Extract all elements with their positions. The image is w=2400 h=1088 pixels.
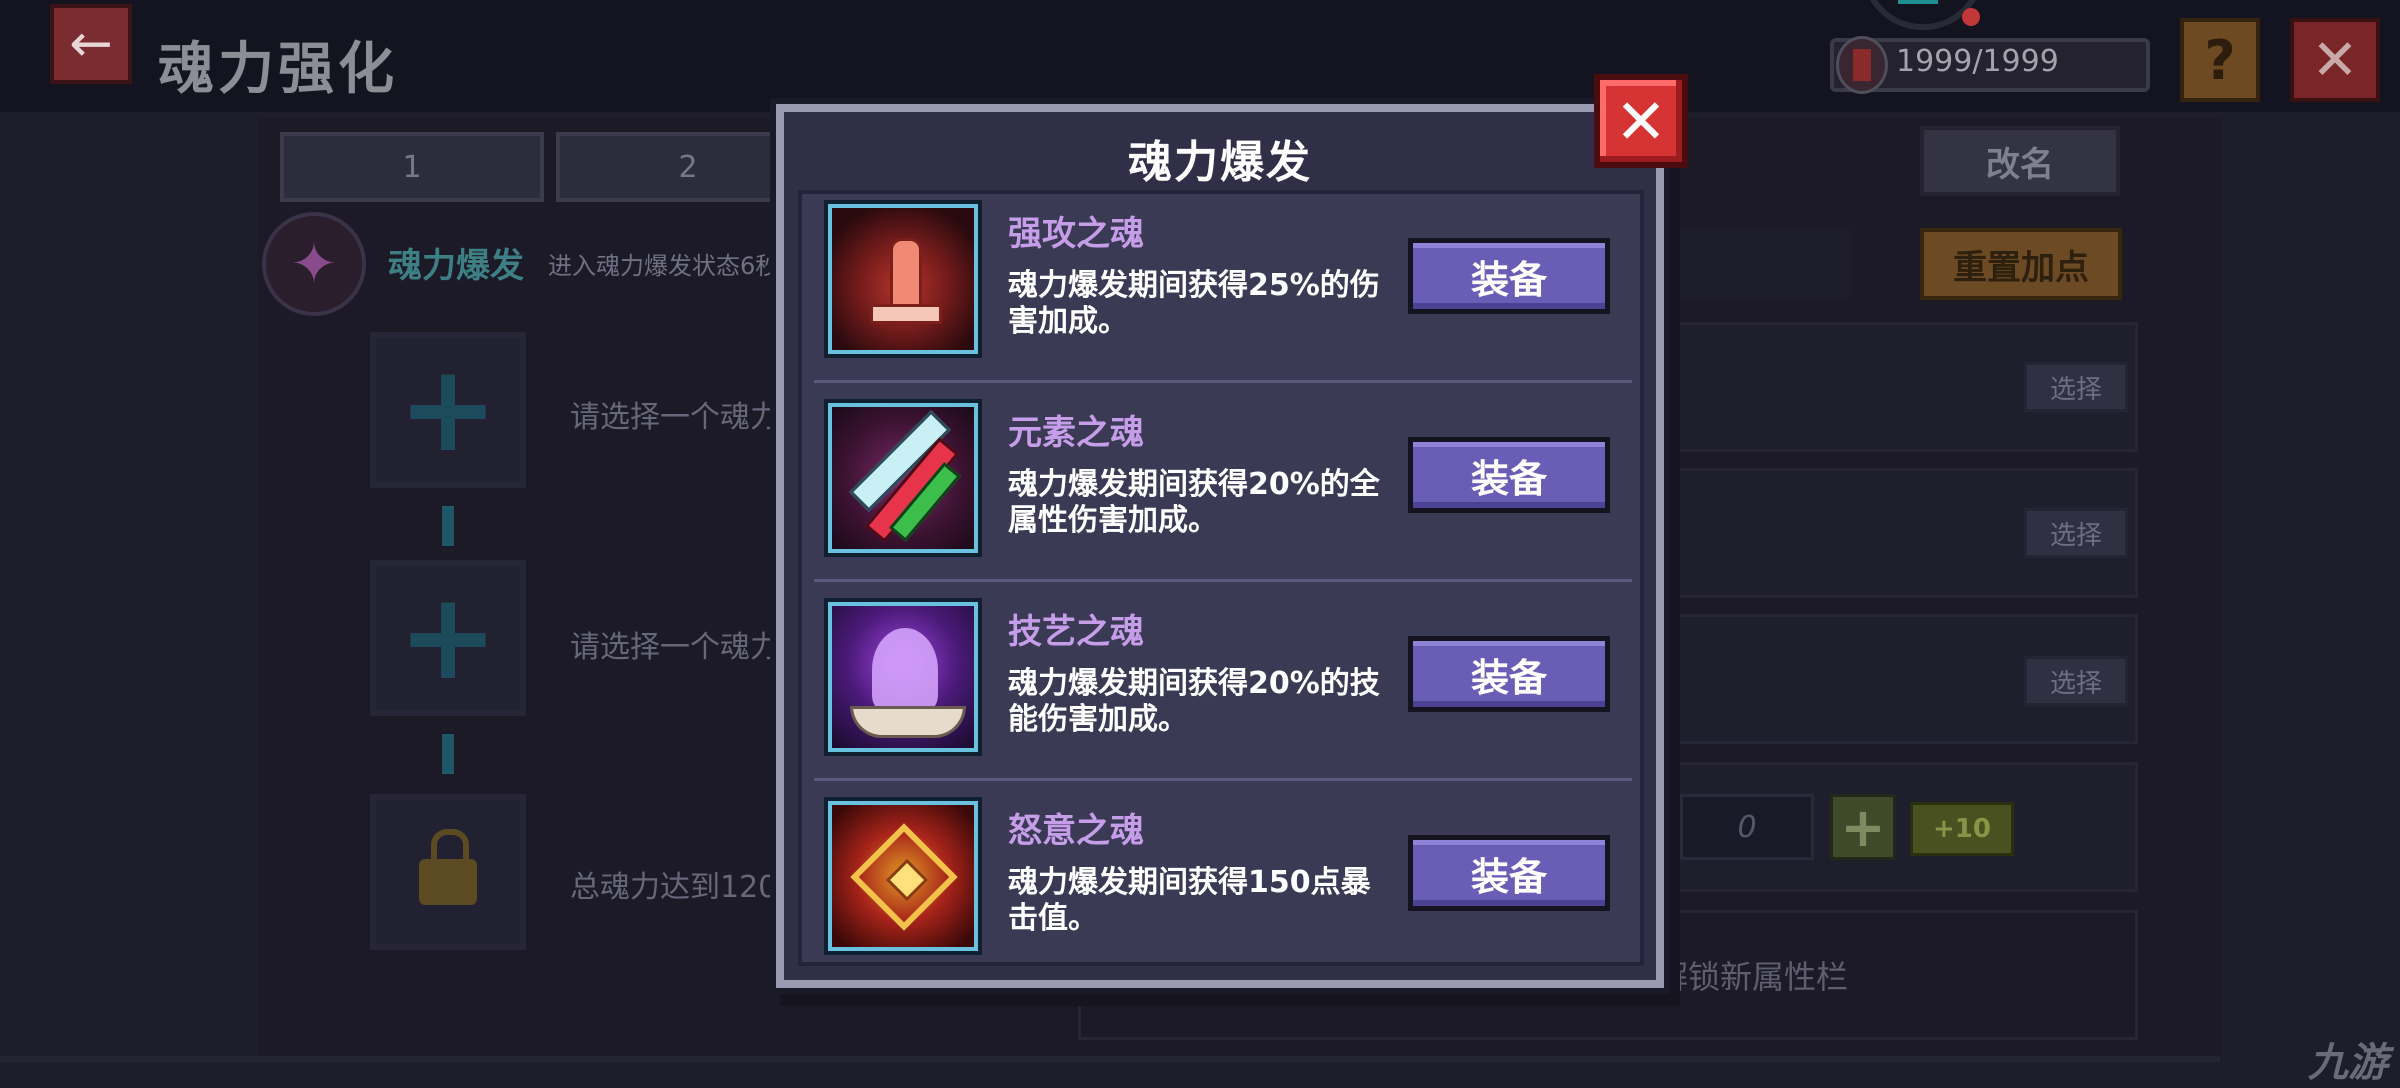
help-button[interactable]: ? [2180, 18, 2260, 102]
close-screen-button[interactable]: ✕ [2290, 18, 2380, 102]
item-name: 强攻之魂 [1008, 214, 1144, 254]
soul-burst-description: 进入魂力爆发状态6秒 [548, 252, 780, 280]
item-divider [814, 579, 1632, 582]
select-button-1[interactable]: 选择 [2024, 362, 2128, 412]
add-ten-points-button[interactable]: +10 [1910, 802, 2014, 856]
list-item: 强攻之魂 魂力爆发期间获得25%的伤害加成。 装备 [798, 196, 1644, 392]
item-description: 魂力爆发期间获得150点暴击值。 [1008, 865, 1371, 936]
list-item: 技艺之魂 魂力爆发期间获得20%的技能伤害加成。 装备 [798, 594, 1644, 790]
unlock-attribute-text: 解锁新属性栏 [1656, 958, 1849, 996]
list-item: 元素之魂 魂力爆发期间获得20%的全属性伤害加成。 装备 [798, 395, 1644, 591]
page-title: 魂力强化 [158, 37, 398, 102]
equip-button[interactable]: 装备 [1408, 636, 1610, 712]
item-description: 魂力爆发期间获得20%的全属性伤害加成。 [1008, 467, 1380, 538]
attribute-row-3-colon: ： [1666, 668, 1696, 703]
item-name: 技艺之魂 [1008, 612, 1144, 652]
slot-3-hint: 总魂力达到120 [570, 870, 778, 905]
slot-2-hint: 请选择一个魂力 [570, 630, 780, 665]
rage-sigil-icon [828, 801, 978, 951]
select-button-2[interactable]: 选择 [2024, 508, 2128, 558]
purple-flame-icon [828, 602, 978, 752]
back-arrow-icon: ← [69, 14, 113, 74]
soul-burst-label: 魂力爆发 [388, 246, 524, 286]
plus-icon: + [397, 340, 499, 479]
item-name: 怒意之魂 [1008, 811, 1144, 851]
reset-points-button[interactable]: 重置加点 [1920, 228, 2122, 300]
soul-power-value: 1999/1999 [1896, 44, 2059, 79]
soul-slot-1[interactable]: + [370, 332, 526, 488]
element-crystals-icon [828, 403, 978, 553]
equip-button[interactable]: 装备 [1408, 437, 1610, 513]
attribute-row-1-colon: ： [1666, 376, 1696, 411]
back-button[interactable]: ← [50, 4, 132, 84]
soul-slot-3-locked [370, 794, 526, 950]
select-button-3[interactable]: 选择 [2024, 656, 2128, 706]
equip-button[interactable]: 装备 [1408, 835, 1610, 911]
soul-slot-2[interactable]: + [370, 560, 526, 716]
attribute-row-2-colon: ： [1666, 522, 1696, 557]
dialog-title: 魂力爆发 [1128, 137, 1312, 188]
add-point-button[interactable]: + [1830, 794, 1896, 860]
attribute-value-field[interactable]: 0 [1680, 794, 1814, 860]
item-divider [814, 380, 1632, 383]
item-divider [814, 778, 1632, 781]
close-icon: ✕ [1615, 84, 1667, 158]
soul-power-icon [1836, 36, 1888, 94]
plus-icon: + [397, 568, 499, 707]
red-dagger-icon [828, 204, 978, 354]
item-description: 魂力爆发期间获得25%的伤害加成。 [1008, 268, 1380, 339]
bottom-divider [0, 1056, 2220, 1062]
dialog-close-button[interactable]: ✕ [1594, 74, 1688, 168]
slot-1-hint: 请选择一个魂力 [570, 400, 780, 435]
slot-connector [442, 734, 454, 774]
slot-connector [442, 506, 454, 546]
notification-dot [1962, 8, 1980, 26]
item-description: 魂力爆发期间获得20%的技能伤害加成。 [1008, 666, 1380, 737]
tab-1[interactable]: 1 [280, 132, 544, 202]
burst-bar [1650, 228, 1850, 298]
equip-button[interactable]: 装备 [1408, 238, 1610, 314]
soul-burst-icon: ✦ [262, 212, 366, 316]
lock-icon [419, 829, 477, 905]
watermark-logo: 九游 [2308, 1040, 2388, 1086]
rename-button[interactable]: 改名 [1920, 126, 2120, 196]
list-item: 怒意之魂 魂力爆发期间获得150点暴击值。 装备 [798, 793, 1644, 989]
item-name: 元素之魂 [1008, 413, 1144, 453]
